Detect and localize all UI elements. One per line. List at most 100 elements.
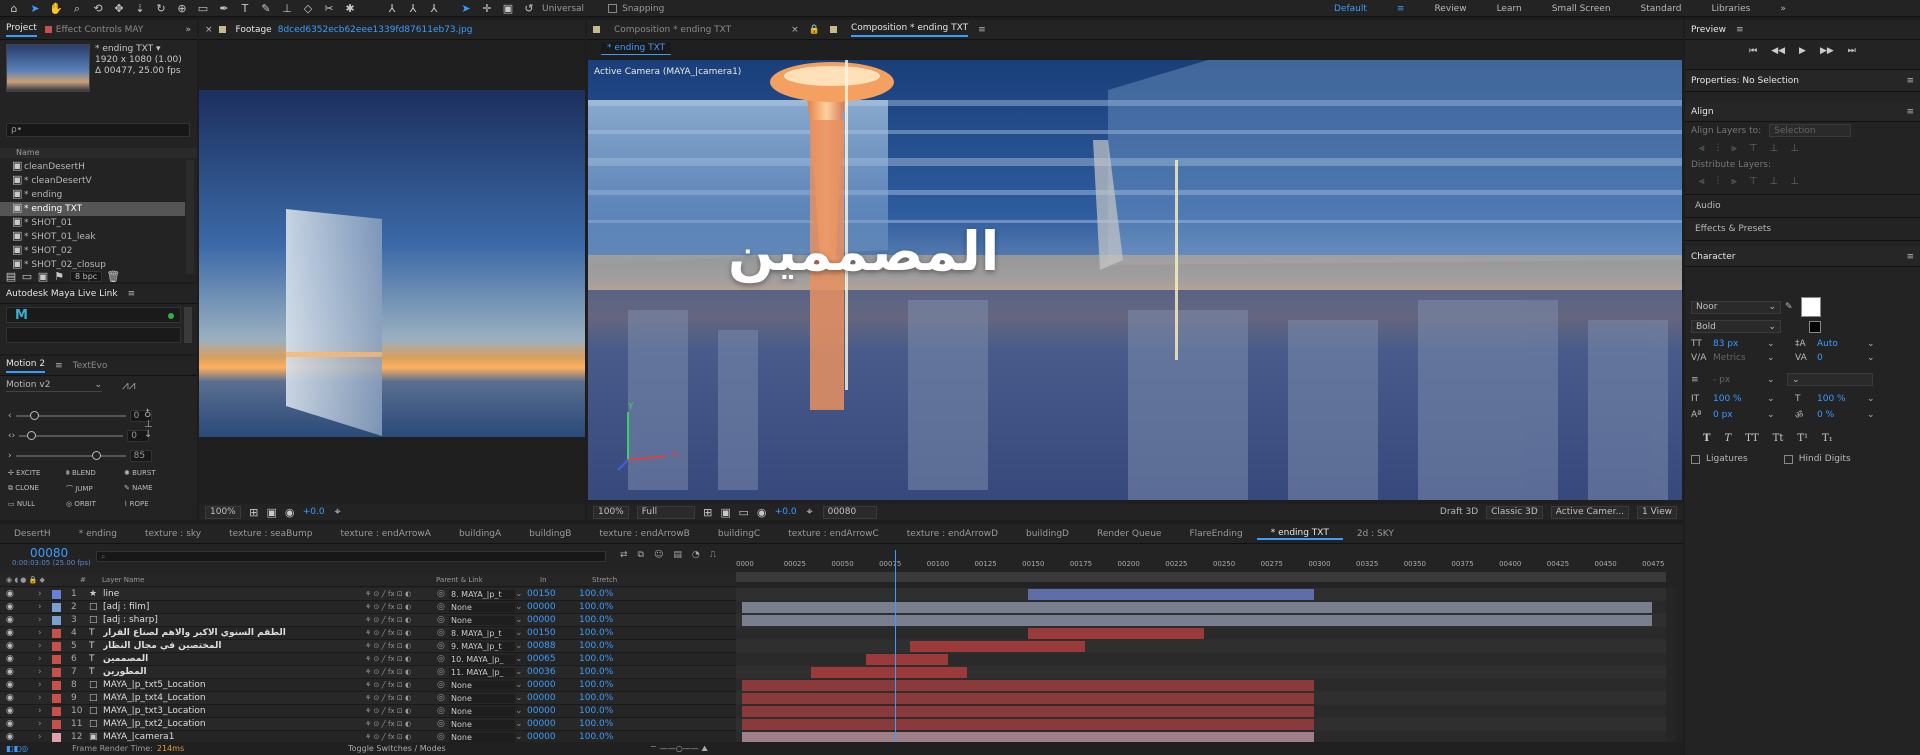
parent-select[interactable]: None — [449, 615, 515, 625]
roto-tool-icon[interactable]: ✂ — [321, 1, 337, 17]
layer-switches[interactable]: ⚘ ⊙ ╱ fx ⊡ ◐ — [365, 668, 437, 676]
label-color[interactable] — [52, 641, 61, 651]
chevron-down-icon[interactable]: ⌄ — [515, 693, 527, 703]
table-row[interactable]: ◉ › 7 T المطورين ⚘ ⊙ ╱ fx ⊡ ◐ ◎ 11. MAYA_|p_ ⌄ 00… — [0, 666, 736, 679]
stretch-value[interactable]: 100.0% — [579, 589, 635, 599]
pickwhip-icon[interactable]: ◎ — [437, 680, 449, 690]
slider-2[interactable] — [19, 431, 124, 440]
layer-switches[interactable]: ⚘ ⊙ ╱ fx ⊡ ◐ — [365, 603, 437, 611]
item-name[interactable]: * ending TXT ▾ — [95, 44, 182, 55]
align-left-icon[interactable]: ⫷ — [1699, 143, 1705, 154]
layer-switches[interactable]: ⚘ ⊙ ╱ fx ⊡ ◐ — [365, 642, 437, 650]
expand-icon[interactable]: › — [38, 719, 52, 729]
column-name-header[interactable]: Name — [0, 148, 197, 158]
graph-editor-icon[interactable]: ⎍ — [710, 550, 716, 560]
layer-switches[interactable]: ⚘ ⊙ ╱ fx ⊡ ◐ — [365, 733, 437, 741]
rotate-icon[interactable]: ↺ — [521, 1, 537, 17]
col-layer-name[interactable]: Layer Name — [102, 576, 436, 584]
eyedropper-icon[interactable]: ✎ — [1785, 302, 1793, 312]
track-lane[interactable] — [736, 627, 1666, 639]
pickwhip-icon[interactable]: ◎ — [437, 654, 449, 664]
layer-switches[interactable]: ⚘ ⊙ ╱ fx ⊡ ◐ — [365, 590, 437, 598]
comp-subtab[interactable]: * ending TXT — [601, 42, 672, 55]
panel-menu-icon[interactable]: ≡ — [55, 361, 63, 371]
current-timecode[interactable]: 00080 — [30, 546, 68, 560]
lock-icon[interactable]: 🔒 — [809, 25, 820, 35]
panel-menu-icon[interactable]: ≡ — [128, 289, 136, 299]
rotate-tool-icon[interactable]: ↻ — [153, 1, 169, 17]
stretch-value[interactable]: 100.0% — [579, 602, 635, 612]
col-in[interactable]: In — [540, 576, 592, 584]
next-frame-icon[interactable]: ▶▶ — [1820, 46, 1834, 56]
pickwhip-icon[interactable]: ◎ — [437, 732, 449, 742]
dist-4-icon[interactable]: ⊤ — [1749, 176, 1758, 187]
eraser-tool-icon[interactable]: ◇ — [300, 1, 316, 17]
kerning-value[interactable]: Metrics — [1713, 353, 1763, 363]
table-row[interactable]: ◉ › 4 T الطقم السنوي الاكبر والاهم لصناع الق… — [0, 627, 736, 640]
expand-icon[interactable]: › — [38, 602, 52, 612]
pickwhip-icon[interactable]: ◎ — [437, 589, 449, 599]
pickwhip-icon[interactable]: ◎ — [437, 719, 449, 729]
align-right-icon[interactable]: ⫸ — [1731, 143, 1737, 154]
label-color[interactable] — [52, 615, 61, 625]
layer-name[interactable]: MAYA_|p_txt4_Location — [103, 693, 365, 703]
parent-select[interactable]: 8. MAYA_|p_t — [449, 628, 515, 638]
table-row[interactable]: ◉ › 10 □ MAYA_|p_txt3_Location ⚘ ⊙ ╱ fx ⊡ ◐ ◎ N… — [0, 705, 736, 718]
font-family-select[interactable]: Noor ⌄ — [1691, 300, 1781, 314]
stretch-value[interactable]: 100.0% — [579, 732, 635, 742]
dist-5-icon[interactable]: ⊥ — [1770, 176, 1779, 187]
superscript-button[interactable]: T¹ — [1797, 433, 1808, 444]
chevron-down-icon[interactable]: ⌄ — [515, 589, 527, 599]
expand-icon[interactable]: › — [38, 628, 52, 638]
visibility-icon[interactable]: ◉ — [0, 693, 38, 703]
stroke-type-select[interactable]: ⌄ — [1787, 373, 1873, 386]
baseline-value[interactable]: 0 px — [1713, 410, 1763, 420]
renderer-select[interactable]: Classic 3D — [1486, 505, 1543, 519]
brush-tool-icon[interactable]: ✎ — [258, 1, 274, 17]
label-color[interactable] — [52, 706, 61, 716]
timeline-search-input[interactable]: ⌕ — [96, 551, 606, 562]
list-item[interactable]: ▣ * SHOT_01 — [0, 215, 185, 230]
chevron-down-icon[interactable]: ⌄ — [515, 719, 527, 729]
in-point[interactable]: 00000 — [527, 693, 579, 703]
in-point[interactable]: 00065 — [527, 654, 579, 664]
chevron-down-icon[interactable]: ⌄ — [515, 732, 527, 742]
layer-bar[interactable] — [742, 706, 1315, 717]
list-item[interactable]: ▣ * ending — [0, 187, 185, 202]
track-lane[interactable] — [736, 614, 1666, 626]
col-stretch[interactable]: Stretch — [592, 576, 648, 584]
pickwhip-icon[interactable]: ◎ — [437, 667, 449, 677]
move-icon[interactable]: ✛ — [479, 1, 495, 17]
in-point[interactable]: 00036 — [527, 667, 579, 677]
anchor-icon[interactable]: ♁ ⊥ ↓ — [144, 410, 153, 440]
chevron-down-icon[interactable]: ⌄ — [515, 602, 527, 612]
menu-icon[interactable]: ≡ — [1397, 4, 1405, 14]
workspace-standard[interactable]: Standard — [1641, 4, 1682, 14]
comp-zoom-select[interactable]: 100% — [593, 505, 629, 519]
in-point[interactable]: 00150 — [527, 589, 579, 599]
pickwhip-icon[interactable]: ◎ — [437, 706, 449, 716]
ligatures-checkbox[interactable] — [1691, 454, 1700, 464]
label-color[interactable] — [52, 654, 61, 664]
motion-preset-select[interactable]: Motion v2 ⌄ — [6, 378, 102, 392]
timeline-tab[interactable]: 2d : SKY — [1343, 529, 1408, 539]
pickwhip-icon[interactable]: ◎ — [437, 693, 449, 703]
small-caps-button[interactable]: Tt — [1773, 433, 1784, 444]
visibility-icon[interactable]: ◉ — [0, 654, 38, 664]
parent-select[interactable]: None — [449, 693, 515, 703]
tab-project[interactable]: Project — [6, 23, 37, 37]
dist-3-icon[interactable]: ⫸ — [1731, 176, 1737, 187]
expand-icon[interactable]: › — [38, 680, 52, 690]
layer-switches[interactable]: ⚘ ⊙ ╱ fx ⊡ ◐ — [365, 655, 437, 663]
label-color[interactable] — [52, 680, 61, 690]
pan-behind-icon[interactable]: ⊕ — [174, 1, 190, 17]
visibility-icon[interactable]: ◉ — [0, 641, 38, 651]
timeline-tab[interactable]: texture : seaBump — [215, 529, 326, 539]
chevron-down-icon[interactable]: ⌄ — [515, 654, 527, 664]
close-icon[interactable]: × — [791, 25, 799, 35]
parent-select[interactable]: None — [449, 706, 515, 716]
layer-name[interactable]: المختصين في مجال النظار — [103, 641, 365, 651]
hscale-value[interactable]: 100 % — [1817, 394, 1863, 404]
track-lane[interactable] — [736, 588, 1666, 600]
snapping-checkbox[interactable] — [608, 4, 618, 13]
